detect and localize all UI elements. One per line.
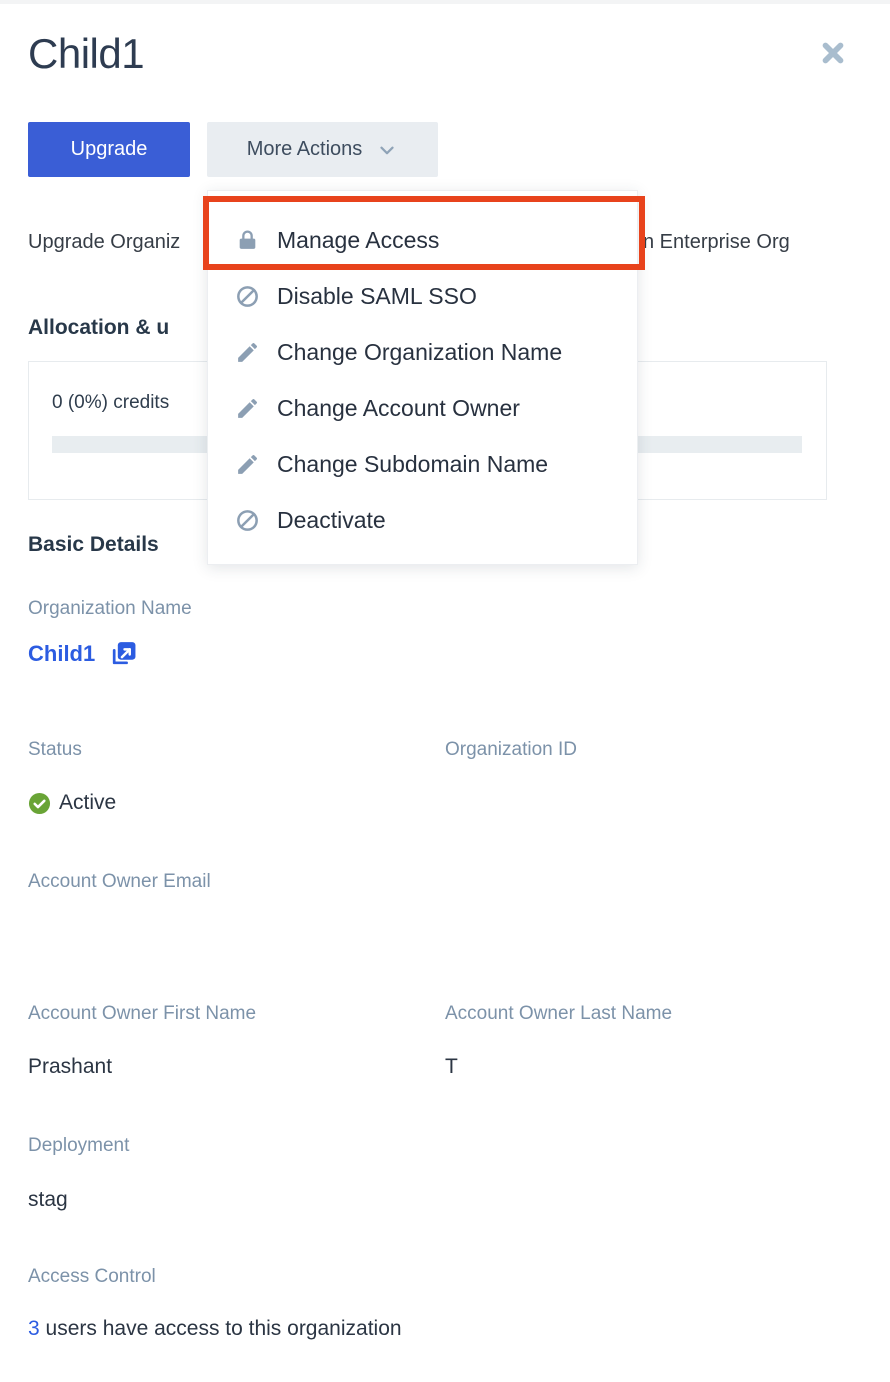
deployment-label: Deployment [28,1135,129,1157]
disable-icon [235,508,260,533]
more-actions-button[interactable]: More Actions [207,122,438,177]
upgrade-button[interactable]: Upgrade [28,122,190,177]
menu-item-label: Disable SAML SSO [277,283,477,310]
pencil-icon [235,340,260,365]
upgrade-button-label: Upgrade [71,138,148,161]
organization-name-label: Organization Name [28,598,192,620]
allocation-usage-heading: Allocation & u [28,316,169,340]
status-row: Active [28,791,116,815]
access-control-value: 3 users have access to this organization [28,1317,402,1341]
credits-used-text: 0 (0%) credits [52,392,169,414]
menu-item-label: Deactivate [277,507,386,534]
org-details-modal: Child1 Upgrade More Actions Upgrade Orga… [0,0,890,1382]
deployment-value: stag [28,1188,68,1212]
user-count-link[interactable]: 3 [28,1317,40,1340]
pencil-icon [235,452,260,477]
first-name-label: Account Owner First Name [28,1003,256,1025]
disable-icon [235,284,260,309]
organization-name-row: Child1 [28,640,137,668]
menu-item-change-account-owner[interactable]: Change Account Owner [208,380,637,436]
last-name-value: T [445,1055,458,1079]
close-icon[interactable] [818,38,848,68]
menu-item-deactivate[interactable]: Deactivate [208,492,637,548]
menu-item-change-subdomain-name[interactable]: Change Subdomain Name [208,436,637,492]
pencil-icon [235,396,260,421]
upgrade-description-right: n Enterprise Org [643,231,790,254]
basic-details-heading: Basic Details [28,533,159,557]
menu-item-label: Change Subdomain Name [277,451,548,478]
menu-item-manage-access[interactable]: Manage Access [208,212,637,268]
account-owner-email-label: Account Owner Email [28,871,211,893]
external-link-icon[interactable] [109,640,137,668]
status-value: Active [59,791,116,815]
more-actions-label: More Actions [247,138,363,161]
status-label: Status [28,739,82,761]
top-divider [0,0,890,4]
organization-id-label: Organization ID [445,739,577,761]
access-control-text: users have access to this organization [40,1317,402,1340]
menu-item-label: Change Account Owner [277,395,520,422]
menu-item-disable-saml-sso[interactable]: Disable SAML SSO [208,268,637,324]
lock-icon [235,228,260,253]
more-actions-menu: Manage Access Disable SAML SSO Change Or… [207,190,638,565]
organization-name-link[interactable]: Child1 [28,641,95,667]
check-circle-icon [28,792,51,815]
access-control-label: Access Control [28,1266,156,1288]
last-name-label: Account Owner Last Name [445,1003,672,1025]
first-name-value: Prashant [28,1055,112,1079]
upgrade-description-left: Upgrade Organiz [28,231,180,254]
menu-item-label: Manage Access [277,227,439,254]
page-title: Child1 [28,30,144,78]
menu-item-change-organization-name[interactable]: Change Organization Name [208,324,637,380]
chevron-down-icon [376,139,398,161]
menu-item-label: Change Organization Name [277,339,562,366]
